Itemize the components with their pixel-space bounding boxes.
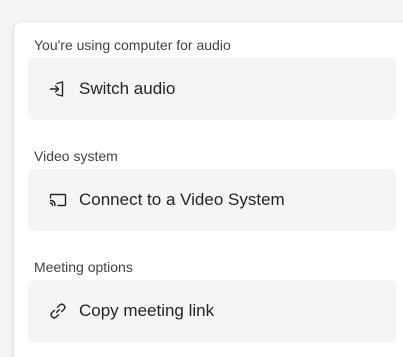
audio-section-heading: You're using computer for audio <box>34 37 231 53</box>
copy-meeting-link-label: Copy meeting link <box>79 301 215 320</box>
link-icon <box>48 301 68 321</box>
copy-meeting-link-button[interactable]: Copy meeting link <box>28 280 396 342</box>
connect-video-system-button[interactable]: Connect to a Video System <box>28 169 396 231</box>
meeting-audio-video-panel: You're using computer for audio Switch a… <box>14 22 403 357</box>
switch-audio-label: Switch audio <box>79 79 176 98</box>
video-section-heading: Video system <box>34 148 118 164</box>
meeting-options-heading: Meeting options <box>34 259 133 275</box>
cast-screen-icon <box>48 190 68 210</box>
switch-audio-button[interactable]: Switch audio <box>28 58 396 120</box>
switch-audio-icon <box>48 79 68 99</box>
connect-video-system-label: Connect to a Video System <box>79 190 285 209</box>
